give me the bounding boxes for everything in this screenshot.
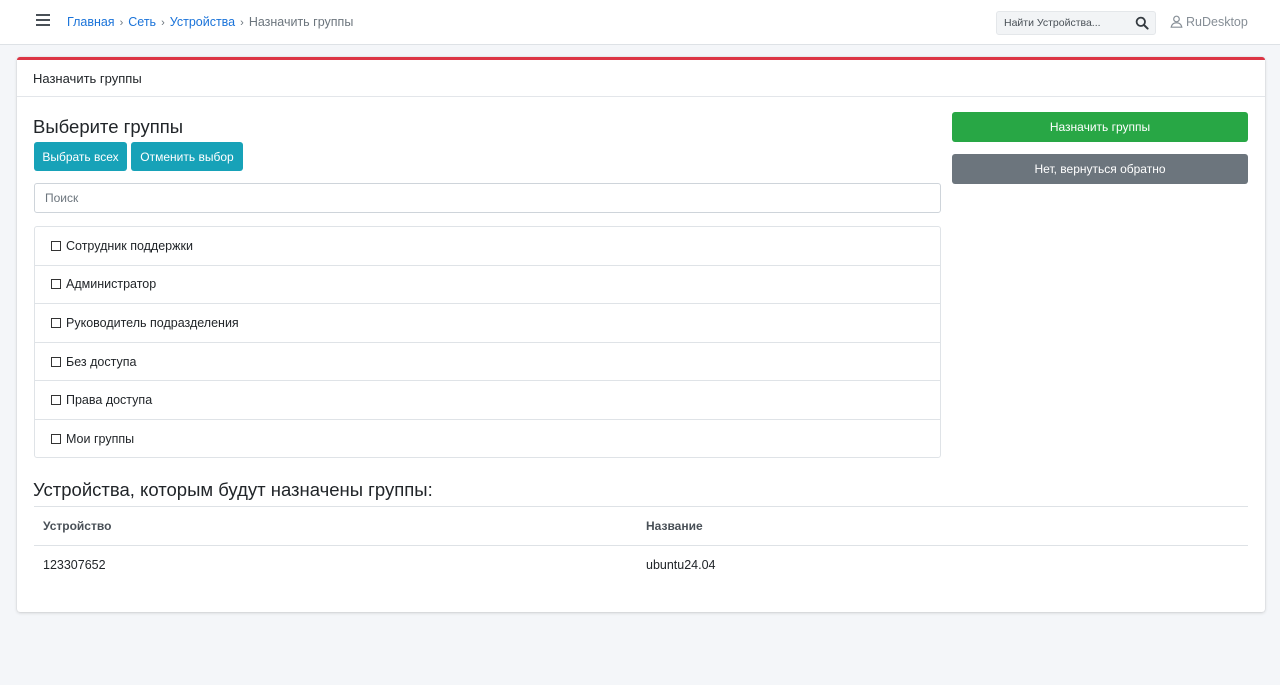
group-label: Без доступа	[66, 354, 137, 369]
assign-groups-card: Назначить группы Выберите группы Выбрать…	[17, 57, 1265, 612]
group-item[interactable]: Администратор	[35, 266, 940, 305]
assign-groups-button[interactable]: Назначить группы	[952, 112, 1248, 142]
breadcrumb-separator: ›	[119, 17, 124, 29]
device-search-input[interactable]	[997, 12, 1127, 34]
go-back-button[interactable]: Нет, вернуться обратно	[952, 154, 1248, 184]
group-label: Руководитель подразделения	[66, 315, 239, 330]
group-filter-input[interactable]	[34, 183, 941, 213]
deselect-all-button[interactable]: Отменить выбор	[131, 142, 243, 171]
group-label: Сотрудник поддержки	[66, 238, 193, 253]
select-all-button[interactable]: Выбрать всех	[34, 142, 127, 171]
breadcrumb-separator: ›	[161, 17, 165, 29]
device-name-cell: ubuntu24.04	[646, 558, 716, 573]
breadcrumb-home[interactable]: Главная	[67, 15, 115, 29]
group-label: Администратор	[66, 277, 157, 292]
menu-icon[interactable]	[36, 14, 50, 28]
group-label: Мои группы	[66, 432, 135, 447]
group-item[interactable]: Сотрудник поддержки	[35, 227, 940, 266]
column-header-device: Устройство	[34, 506, 637, 546]
group-item[interactable]: Права доступа	[35, 381, 940, 420]
group-checkbox[interactable]	[51, 395, 61, 406]
user-name: RuDesktop	[1186, 15, 1248, 29]
group-list: Сотрудник поддержки Администратор Руково…	[34, 226, 941, 458]
group-item[interactable]: Мои группы	[35, 420, 940, 459]
table-header-row: Устройство Название	[34, 506, 1248, 546]
breadcrumb-separator: ›	[240, 17, 244, 29]
breadcrumb-network[interactable]: Сеть	[128, 15, 156, 29]
breadcrumb: Главная › Сеть › Устройства › Назначить группы	[67, 15, 353, 29]
card-title: Назначить группы	[17, 60, 1265, 97]
groups-heading: Выберите группы	[33, 116, 184, 137]
group-checkbox[interactable]	[51, 434, 61, 445]
search-icon[interactable]	[1135, 16, 1151, 32]
breadcrumb-devices[interactable]: Устройства	[170, 15, 235, 29]
top-navbar: Главная › Сеть › Устройства › Назначить группы…	[0, 0, 1280, 45]
group-item[interactable]: Без доступа	[35, 343, 940, 382]
group-label: Права доступа	[66, 393, 153, 408]
device-id-cell: 123307652	[43, 558, 106, 573]
column-header-name: Название	[637, 506, 1248, 546]
group-checkbox[interactable]	[51, 317, 61, 328]
group-checkbox[interactable]	[51, 279, 61, 290]
devices-heading: Устройства, которым будут назначены груп…	[33, 479, 433, 500]
group-item[interactable]: Руководитель подразделения	[35, 304, 940, 343]
device-search	[996, 11, 1156, 35]
devices-table: Устройство Название 123307652 ubuntu24.0…	[34, 506, 1248, 585]
user-icon	[1170, 15, 1183, 28]
group-checkbox[interactable]	[51, 356, 61, 367]
user-menu[interactable]: RuDesktop	[1170, 15, 1248, 29]
table-row: 123307652 ubuntu24.04	[34, 546, 1248, 585]
group-checkbox[interactable]	[51, 240, 61, 251]
breadcrumb-current: Назначить группы	[248, 15, 354, 29]
